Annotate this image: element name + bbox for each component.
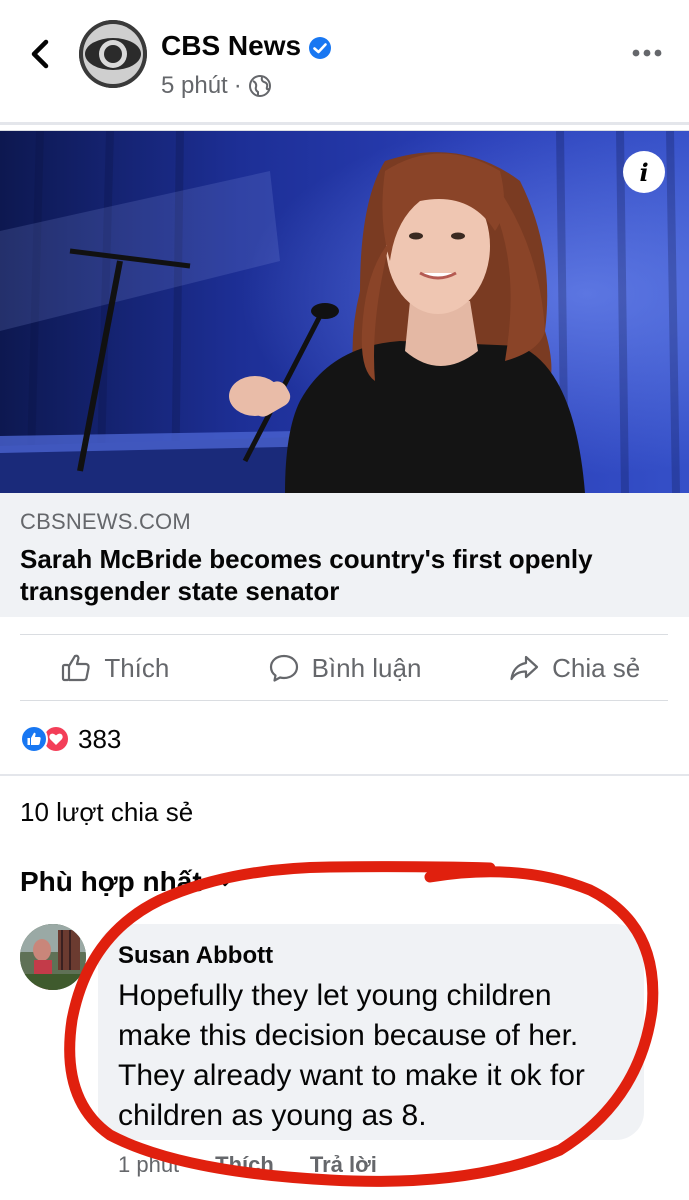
link-domain: CBSNEWS.COM xyxy=(20,509,191,534)
globe-icon xyxy=(248,75,271,97)
action-bar-bottom-divider xyxy=(20,700,668,701)
like-reaction-icon xyxy=(20,725,48,753)
comment-text: Hopefully they let young children make t… xyxy=(118,979,585,1132)
comment-author[interactable]: Susan Abbott xyxy=(118,942,624,970)
thumbs-up-icon xyxy=(62,654,90,682)
post-meta: 5 phút · xyxy=(161,72,272,100)
section-divider xyxy=(0,774,689,776)
verified-badge-icon xyxy=(309,37,331,59)
reaction-summary[interactable]: 383 xyxy=(20,722,121,756)
post-action-bar: Thích Bình luận Chia sẻ xyxy=(0,636,689,700)
info-button[interactable]: i xyxy=(623,151,665,193)
page-name[interactable]: CBS News xyxy=(161,30,301,62)
back-chevron-icon[interactable] xyxy=(26,34,56,74)
commenter-photo xyxy=(20,924,86,990)
comment-action-label: Bình luận xyxy=(311,652,422,683)
comment-bubble-icon xyxy=(269,654,298,682)
like-action-label: Thích xyxy=(104,652,170,683)
link-title: Sarah McBride becomes country's first op… xyxy=(20,544,593,606)
header-divider xyxy=(0,122,689,125)
reaction-count: 383 xyxy=(78,723,122,754)
share-count[interactable]: 10 lượt chia sẻ xyxy=(20,797,193,828)
share-action-button[interactable]: Chia sẻ xyxy=(459,636,689,700)
comment-sort-dropdown[interactable]: Phù hợp nhất xyxy=(20,866,234,898)
like-action-button[interactable]: Thích xyxy=(0,636,230,700)
speaker-photo xyxy=(0,131,689,493)
comment-reply-button[interactable]: Trả lời xyxy=(310,1152,377,1178)
comment-bubble[interactable]: Susan Abbott Hopefully they let young ch… xyxy=(98,924,644,1140)
page-avatar[interactable] xyxy=(79,20,147,88)
action-bar-top-divider xyxy=(20,634,668,635)
share-action-label: Chia sẻ xyxy=(552,652,641,683)
post-time[interactable]: 5 phút xyxy=(161,72,228,100)
link-preview-footer[interactable]: CBSNEWS.COM Sarah McBride becomes countr… xyxy=(0,493,689,617)
comment-like-button[interactable]: Thích xyxy=(215,1152,274,1178)
comment-time[interactable]: 1 phút xyxy=(118,1152,179,1178)
chevron-down-icon xyxy=(217,877,232,887)
more-dots-icon[interactable] xyxy=(631,44,663,62)
commenter-avatar[interactable] xyxy=(20,924,86,990)
link-preview-card[interactable]: i CBSNEWS.COM Sarah McBride becomes coun… xyxy=(0,130,689,617)
share-arrow-icon xyxy=(510,655,539,681)
comment-action-button[interactable]: Bình luận xyxy=(230,636,460,700)
comment-meta: 1 phút Thích Trả lời xyxy=(118,1152,377,1178)
sort-label: Phù hợp nhất xyxy=(20,866,202,897)
post-header: CBS News 5 phút · xyxy=(0,0,689,122)
link-preview-image[interactable]: i xyxy=(0,131,689,493)
meta-separator: · xyxy=(233,72,242,99)
cbs-eye-logo-icon xyxy=(79,20,147,88)
